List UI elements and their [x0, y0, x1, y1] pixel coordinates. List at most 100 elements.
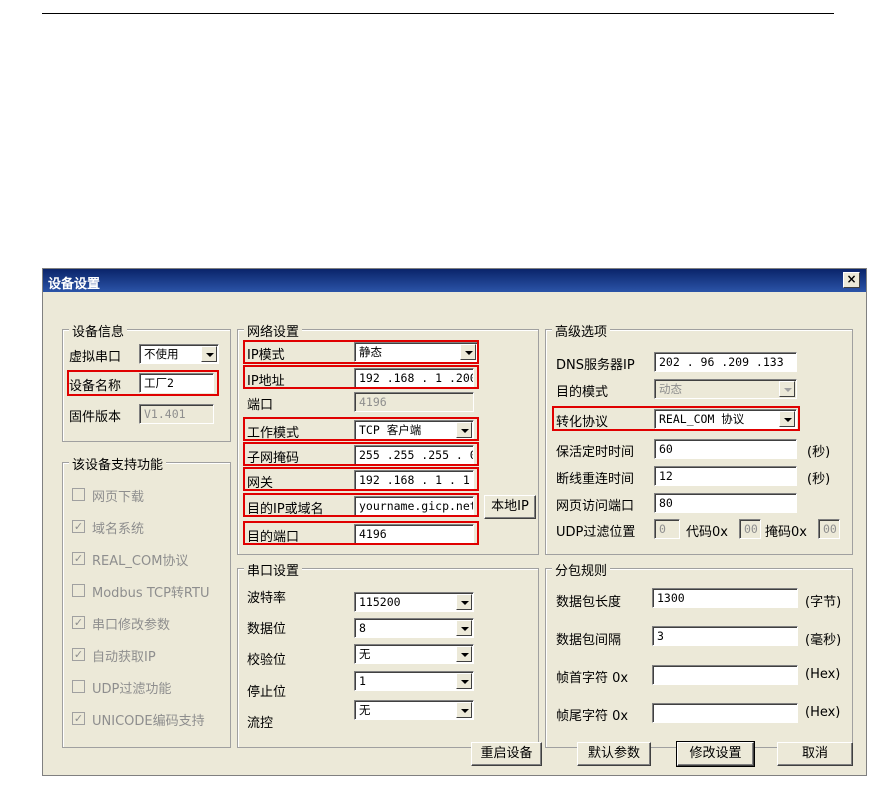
- ip-address-label: IP地址: [247, 374, 285, 389]
- feature-checkbox: ✓: [72, 520, 85, 533]
- ip-mode-label: IP模式: [247, 348, 285, 363]
- baud-select[interactable]: 115200: [354, 592, 474, 612]
- packet-interval-unit: (毫秒): [805, 633, 842, 648]
- code-label: 代码0x: [686, 525, 728, 540]
- work-mode-value: TCP 客户端: [359, 423, 422, 437]
- frame-tail-label: 帧尾字符 0x: [556, 709, 629, 724]
- work-mode-label: 工作模式: [247, 426, 300, 441]
- network-legend: 网络设置: [244, 321, 303, 340]
- feature-checkbox: [72, 488, 85, 501]
- dest-port-input[interactable]: 4196: [354, 524, 474, 544]
- parity-select[interactable]: 无: [354, 644, 474, 664]
- local-ip-button[interactable]: 本地IP: [484, 495, 536, 519]
- keepalive-unit: (秒): [807, 445, 831, 460]
- stop-bits-select[interactable]: 1: [354, 671, 474, 691]
- chevron-down-icon[interactable]: [201, 346, 217, 362]
- protocol-select[interactable]: REAL_COM 协议: [654, 409, 797, 429]
- feature-checkbox: ✓: [72, 616, 85, 629]
- protocol-value: REAL_COM 协议: [659, 412, 745, 426]
- dest-host-input[interactable]: yourname.gicp.net: [354, 496, 474, 516]
- subnet-input[interactable]: 255 .255 .255 . 0: [354, 445, 474, 465]
- chevron-down-icon[interactable]: [456, 620, 472, 636]
- ip-mode-value: 静态: [359, 345, 382, 359]
- packet-length-unit: (字节): [805, 595, 842, 610]
- flow-value: 无: [359, 703, 371, 717]
- feature-label: REAL_COM协议: [92, 554, 189, 569]
- parity-value: 无: [359, 647, 371, 661]
- ip-address-input[interactable]: 192 .168 . 1 .200: [354, 368, 474, 388]
- chevron-down-icon[interactable]: [456, 594, 472, 610]
- virtual-port-select[interactable]: 不使用: [139, 344, 219, 364]
- advanced-legend: 高级选项: [552, 321, 611, 340]
- virtual-port-label: 虚拟串口: [69, 350, 122, 365]
- frame-head-unit: (Hex): [805, 667, 841, 682]
- parity-label: 校验位: [247, 653, 287, 668]
- feature-checkbox: [72, 584, 85, 597]
- data-bits-value: 8: [359, 621, 366, 635]
- frame-head-label: 帧首字符 0x: [556, 671, 629, 686]
- chevron-down-icon[interactable]: [456, 673, 472, 689]
- ip-mode-select[interactable]: 静态: [354, 342, 478, 362]
- flow-label: 流控: [247, 716, 274, 731]
- reconnect-label: 断线重连时间: [556, 472, 635, 487]
- modify-settings-button[interactable]: 修改设置: [676, 741, 755, 767]
- chevron-down-icon[interactable]: [460, 344, 476, 360]
- dest-mode-select: 动态: [654, 379, 797, 399]
- device-name-input[interactable]: 工厂2: [139, 373, 214, 393]
- feature-label: UNICODE编码支持: [92, 714, 205, 729]
- feature-checkbox: ✓: [72, 648, 85, 661]
- packet-interval-input[interactable]: 3: [652, 626, 798, 646]
- dest-mode-value: 动态: [659, 382, 682, 396]
- dns-label: DNS服务器IP: [556, 358, 635, 373]
- firmware-input: V1.401: [139, 404, 214, 424]
- device-settings-dialog: 设备设置 × 设备信息 虚拟串口 不使用 设备名称 工厂2 固件版本 V1.40…: [42, 268, 867, 776]
- close-icon[interactable]: ×: [843, 272, 860, 288]
- features-legend: 该设备支持功能: [69, 454, 167, 473]
- port-label: 端口: [247, 398, 274, 413]
- packet-interval-label: 数据包间隔: [556, 633, 622, 648]
- feature-label: 域名系统: [92, 522, 145, 537]
- udp-filter-input: 0: [654, 519, 680, 539]
- mask-label: 掩码0x: [765, 525, 807, 540]
- frame-tail-input[interactable]: [652, 703, 798, 723]
- device-info-legend: 设备信息: [69, 321, 128, 340]
- chevron-down-icon[interactable]: [456, 646, 472, 662]
- default-params-button[interactable]: 默认参数: [577, 742, 651, 766]
- protocol-label: 转化协议: [556, 415, 609, 430]
- feature-checkbox: [72, 680, 85, 693]
- gateway-input[interactable]: 192 .168 . 1 . 1: [354, 470, 474, 490]
- chevron-down-icon[interactable]: [779, 411, 795, 427]
- web-port-input[interactable]: 80: [654, 493, 797, 513]
- title-bar: 设备设置 ×: [43, 269, 866, 292]
- reconnect-unit: (秒): [807, 472, 831, 487]
- keepalive-label: 保活定时时间: [556, 445, 635, 460]
- device-info-group: 设备信息 虚拟串口 不使用 设备名称 工厂2 固件版本 V1.401: [62, 321, 231, 442]
- chevron-down-icon[interactable]: [456, 702, 472, 718]
- restart-device-button[interactable]: 重启设备: [471, 742, 542, 766]
- packet-length-input[interactable]: 1300: [652, 588, 798, 608]
- window-title: 设备设置: [48, 277, 101, 292]
- baud-label: 波特率: [247, 591, 287, 606]
- feature-label: UDP过滤功能: [92, 682, 172, 697]
- feature-label: 自动获取IP: [92, 650, 156, 665]
- frame-tail-unit: (Hex): [805, 705, 841, 720]
- dns-input[interactable]: 202 . 96 .209 .133: [654, 352, 797, 372]
- dest-mode-label: 目的模式: [556, 385, 609, 400]
- dest-host-label: 目的IP或域名: [247, 502, 324, 517]
- data-bits-select[interactable]: 8: [354, 618, 474, 638]
- chevron-down-icon[interactable]: [456, 422, 472, 438]
- frame-head-input[interactable]: [652, 665, 798, 685]
- flow-select[interactable]: 无: [354, 700, 474, 720]
- advanced-group: 高级选项 DNS服务器IP 202 . 96 .209 .133 目的模式 动态…: [545, 321, 853, 555]
- firmware-label: 固件版本: [69, 410, 122, 425]
- work-mode-select[interactable]: TCP 客户端: [354, 420, 474, 440]
- gateway-label: 网关: [247, 476, 274, 491]
- feature-label: Modbus TCP转RTU: [92, 586, 210, 601]
- keepalive-input[interactable]: 60: [654, 439, 797, 459]
- dest-port-label: 目的端口: [247, 530, 300, 545]
- feature-checkbox: ✓: [72, 552, 85, 565]
- reconnect-input[interactable]: 12: [654, 466, 797, 486]
- cancel-button[interactable]: 取消: [777, 742, 853, 766]
- network-group: 网络设置 IP模式 静态 IP地址 192 .168 . 1 .200 端口 4…: [237, 321, 539, 555]
- features-group: 该设备支持功能 网页下载 ✓ 域名系统 ✓ REAL_COM协议 Modbus TCP转R…: [62, 454, 231, 748]
